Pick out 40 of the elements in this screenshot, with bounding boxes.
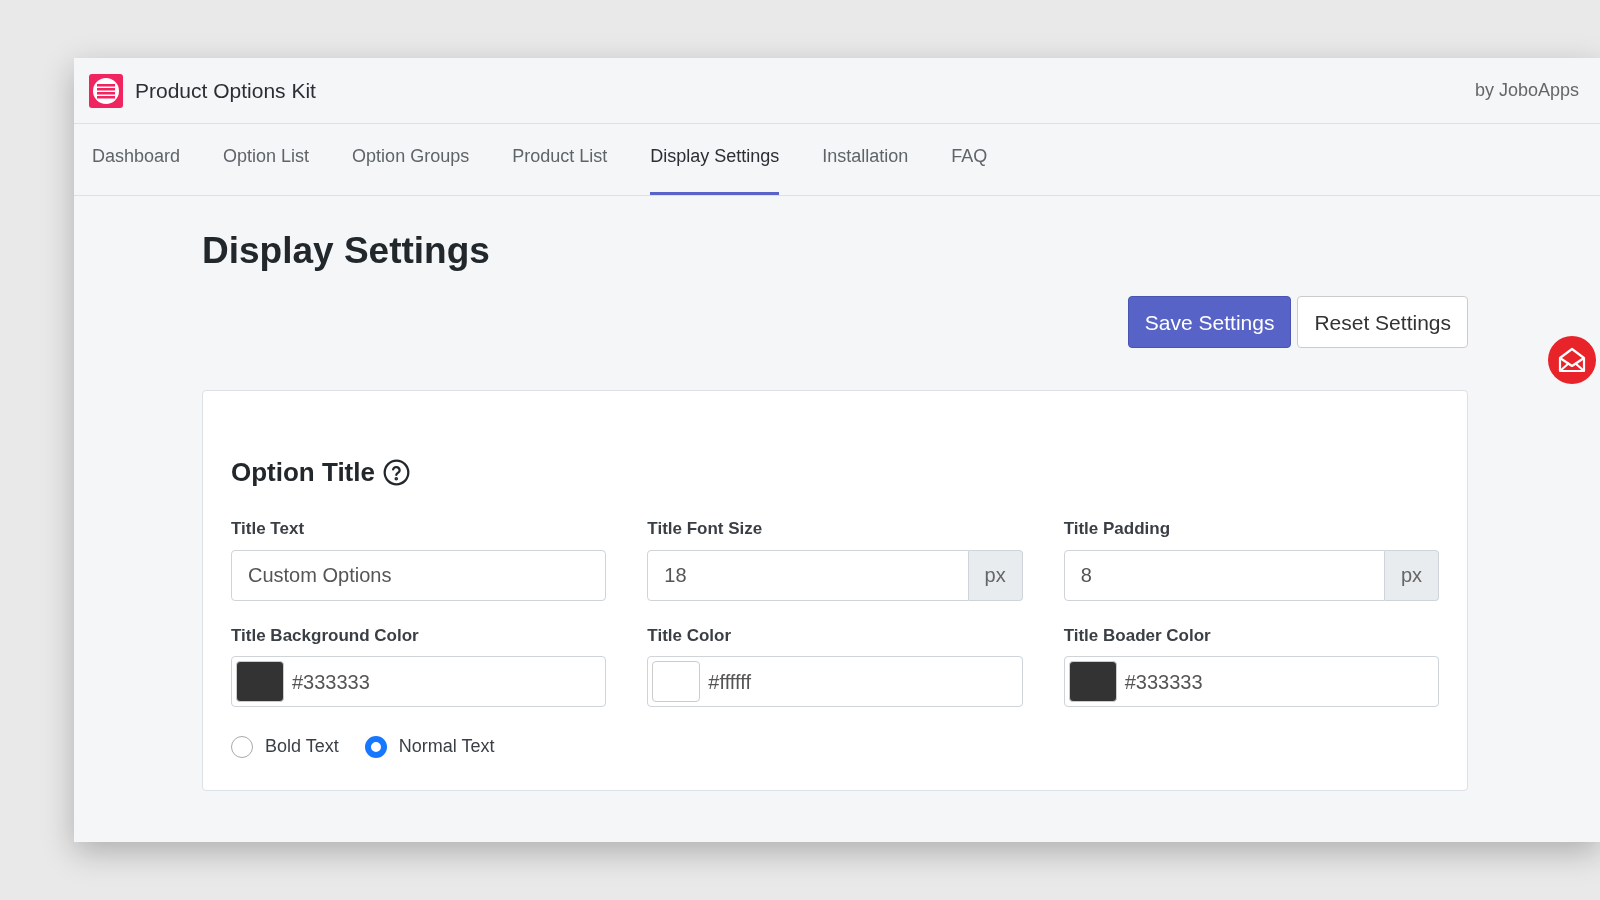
field-label: Title Text — [231, 518, 306, 541]
text-field[interactable]: Custom Options — [231, 549, 607, 601]
radio-label: Normal Text — [398, 735, 495, 759]
radio-button[interactable] — [364, 735, 387, 758]
field-label: Title Boader Color — [1063, 624, 1212, 647]
field-label: Title Background Color — [231, 624, 420, 647]
reset-button[interactable]: Reset Settings — [1297, 296, 1468, 349]
nav-tab[interactable]: Installation — [822, 139, 909, 195]
help-icon[interactable] — [382, 459, 410, 487]
color-field[interactable]: #ffffff — [647, 656, 1023, 708]
page-title: Display Settings — [202, 229, 491, 273]
field-label: Title Color — [647, 624, 733, 647]
radio-label: Bold Text — [265, 735, 339, 759]
nav-tab[interactable]: FAQ — [951, 139, 988, 195]
color-swatch[interactable] — [1068, 661, 1117, 703]
color-swatch[interactable] — [652, 661, 701, 703]
list-logo-icon — [89, 73, 123, 108]
number-field[interactable]: 8 — [1063, 549, 1385, 601]
color-value: #333333 — [1124, 669, 1203, 695]
unit-addon: px — [1384, 549, 1439, 601]
app-title: Product Options Kit — [135, 77, 316, 104]
color-field[interactable]: #333333 — [1063, 656, 1439, 708]
nav-tab[interactable]: Dashboard — [92, 139, 181, 195]
color-value: #333333 — [292, 669, 370, 695]
field-label: Title Font Size — [647, 518, 764, 541]
color-swatch[interactable] — [236, 661, 284, 703]
byline: by JoboApps — [1474, 79, 1580, 102]
save-button[interactable]: Save Settings — [1127, 296, 1292, 349]
nav-tab[interactable]: Option Groups — [352, 139, 470, 195]
envelope-icon — [1558, 347, 1586, 373]
nav-tab[interactable]: Option List — [223, 139, 310, 195]
radio-button[interactable] — [231, 735, 253, 758]
unit-addon: px — [968, 549, 1023, 601]
nav-tab[interactable]: Display Settings — [650, 139, 780, 195]
field-label: Title Padding — [1063, 518, 1172, 541]
nav-tab[interactable]: Product List — [512, 139, 608, 195]
number-field[interactable]: 18 — [647, 549, 969, 601]
color-field[interactable]: #333333 — [231, 656, 607, 708]
color-value: #ffffff — [708, 669, 751, 695]
section-title: Option Title — [231, 456, 375, 490]
